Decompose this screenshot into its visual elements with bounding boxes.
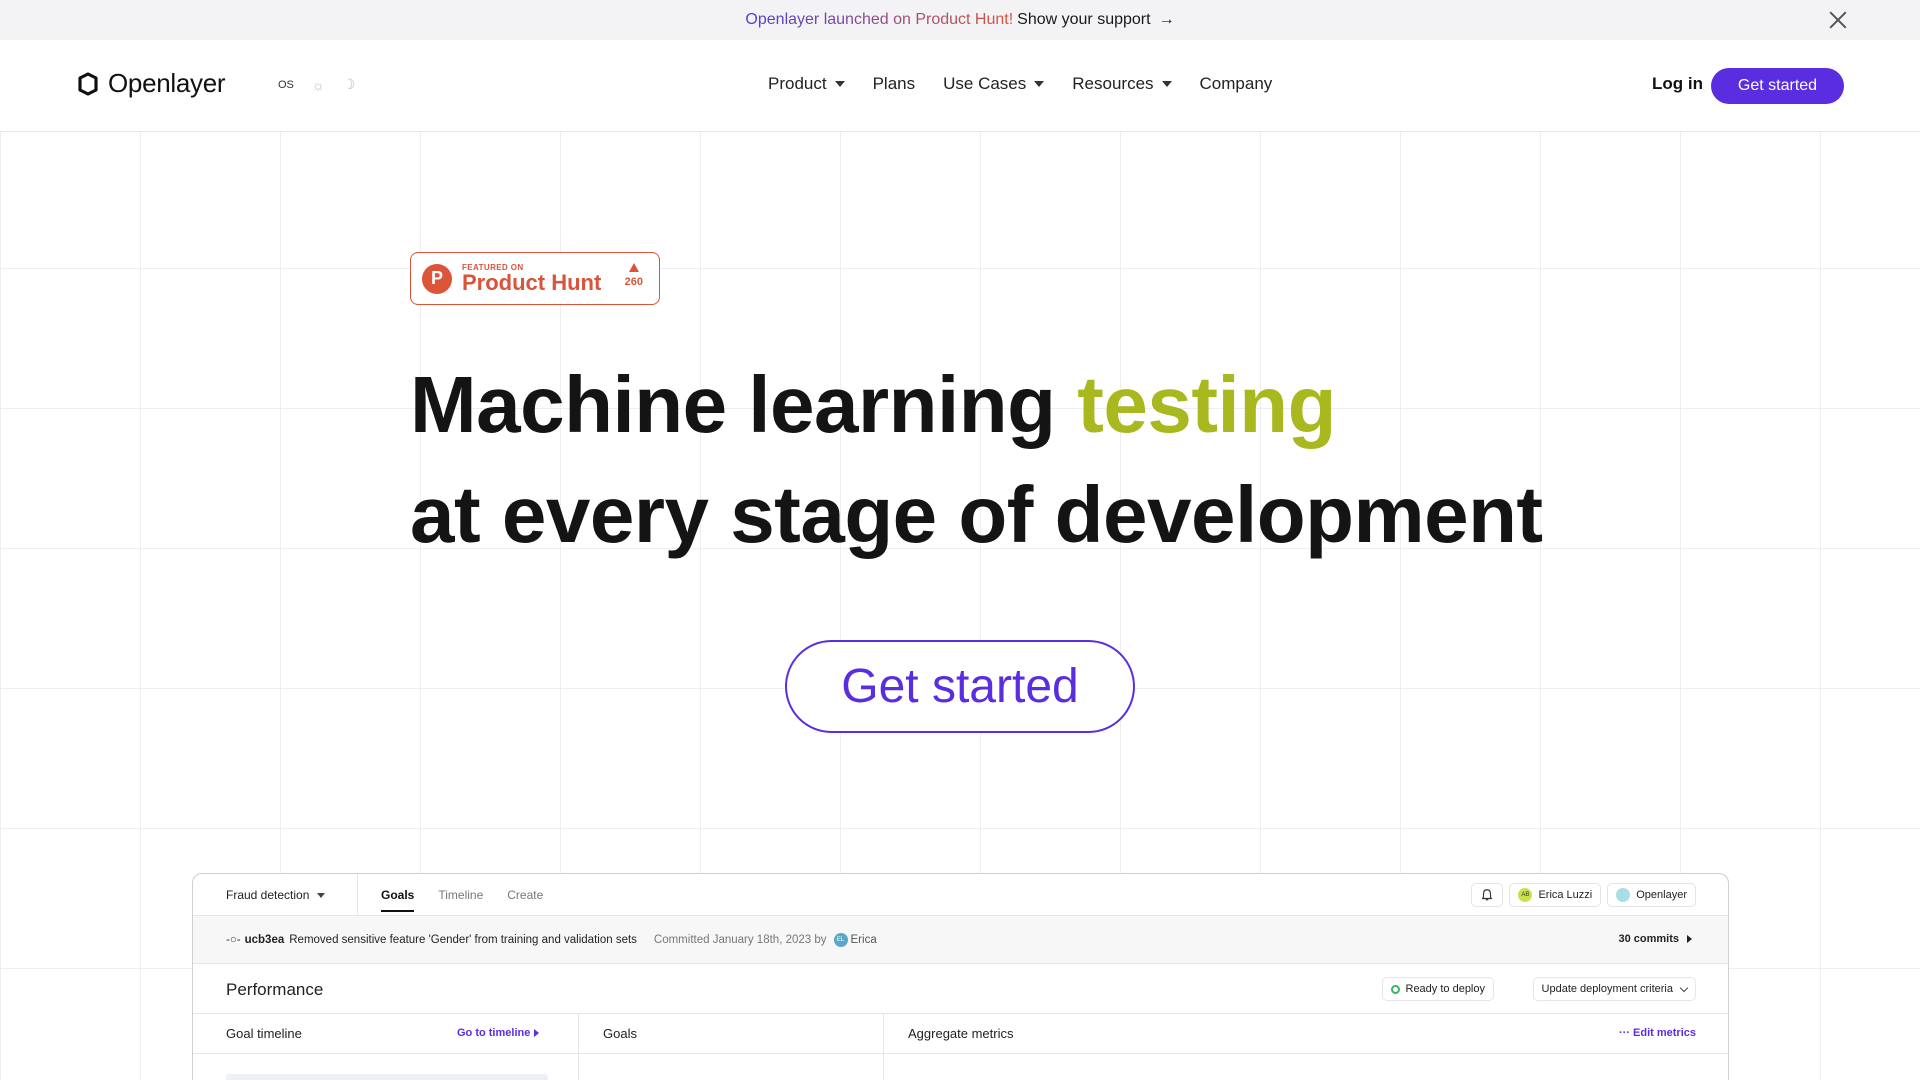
goal-timeline-heading: Goal timeline: [226, 1026, 302, 1041]
product-hunt-badge[interactable]: P FEATURED ON Product Hunt 260: [410, 252, 660, 305]
nav-label: Use Cases: [943, 74, 1027, 93]
caret-down-icon: [317, 892, 326, 898]
timeline-bar: [226, 1074, 548, 1080]
login-link[interactable]: Log in: [1652, 74, 1703, 94]
tab-goals[interactable]: Goals: [381, 888, 415, 912]
headline-line1-plain: Machine learning: [410, 360, 1078, 449]
announcement-bar[interactable]: Openlayer launched on Product Hunt! Show…: [0, 0, 1920, 40]
update-criteria-label: Update deployment criteria: [1541, 983, 1673, 995]
main-nav: Product Plans Use Cases Resources Compan…: [768, 74, 1272, 94]
avatar: AB: [1518, 888, 1533, 902]
openlayer-logo-icon: [76, 71, 100, 96]
nav-item-resources[interactable]: Resources: [1072, 74, 1172, 94]
product-hunt-name: Product Hunt: [462, 270, 602, 295]
columns-header: Goal timeline Go to timeline Goals Aggre…: [193, 1014, 1728, 1054]
app-tabs: Goals Timeline Create: [381, 888, 543, 912]
chevron-right-icon: [534, 1029, 540, 1037]
nav-item-plans[interactable]: Plans: [873, 74, 916, 94]
upvote-triangle-icon: [628, 263, 639, 272]
chevron-right-icon: [1687, 935, 1692, 943]
nav-item-product[interactable]: Product: [768, 74, 845, 94]
nav-label: Company: [1199, 74, 1273, 93]
divider: [883, 1014, 884, 1080]
project-selector[interactable]: Fraud detection: [226, 888, 326, 902]
brand-name: Openlayer: [108, 68, 226, 98]
status-badge: Ready to deploy: [1381, 977, 1494, 1001]
hero-get-started-button[interactable]: Get started: [785, 640, 1135, 733]
headline-line2: at every stage of development: [410, 470, 1543, 559]
nav-item-use-cases[interactable]: Use Cases: [943, 74, 1045, 94]
app-top-right: AB Erica Luzzi Openlayer: [1471, 883, 1696, 907]
performance-header: Performance Ready to deploy Update deplo…: [193, 964, 1728, 1014]
workspace-menu[interactable]: Openlayer: [1607, 883, 1696, 907]
notifications-button[interactable]: [1471, 883, 1504, 907]
commits-count: 30 commits: [1618, 933, 1679, 945]
product-hunt-texts: FEATURED ON Product Hunt: [462, 263, 601, 294]
arrow-right-icon: →: [1158, 11, 1175, 28]
brand-logo[interactable]: Openlayer: [76, 68, 226, 99]
go-to-timeline-link[interactable]: Go to timeline: [457, 1027, 540, 1039]
app-topbar: Fraud detection Goals Timeline Create AB…: [193, 874, 1728, 916]
tab-timeline[interactable]: Timeline: [438, 888, 483, 902]
upvote-count: 260: [624, 276, 643, 288]
divider: [357, 874, 358, 916]
nav-label: Plans: [872, 74, 916, 93]
workspace-name: Openlayer: [1636, 889, 1687, 901]
sun-icon[interactable]: ☼: [312, 77, 325, 93]
workspace-avatar: [1616, 888, 1631, 902]
commit-icon: -○-: [226, 933, 241, 946]
user-name: Erica Luzzi: [1538, 889, 1593, 901]
aggregate-metrics-heading: Aggregate metrics: [908, 1026, 1014, 1041]
caret-down-icon: [1161, 81, 1172, 87]
commit-meta: Committed January 18th, 2023 by: [653, 933, 827, 946]
header-get-started-button[interactable]: Get started: [1711, 68, 1844, 104]
site-header: Openlayer OS ☼ ☽ Product Plans Use Cases…: [0, 40, 1920, 132]
commit-message: Removed sensitive feature 'Gender' from …: [289, 933, 637, 946]
project-name: Fraud detection: [226, 888, 310, 902]
nav-label: Product: [768, 74, 827, 93]
announcement-support-link[interactable]: Show your support: [1017, 11, 1150, 29]
caret-down-icon: [834, 81, 845, 87]
author-avatar: EL: [833, 932, 848, 947]
goals-heading: Goals: [603, 1026, 637, 1041]
commit-author: Erica: [850, 933, 877, 946]
close-icon[interactable]: [1828, 10, 1848, 30]
app-preview: Fraud detection Goals Timeline Create AB…: [192, 873, 1729, 1080]
edit-metrics-link[interactable]: ··· Edit metrics: [1619, 1027, 1696, 1039]
theme-switcher[interactable]: OS ☼ ☽: [278, 76, 355, 93]
bell-icon: [1482, 889, 1493, 901]
announcement-highlight[interactable]: Openlayer launched on Product Hunt!: [745, 11, 1013, 29]
theme-os-option[interactable]: OS: [278, 79, 294, 91]
commit-bar: -○- ucb3ea Removed sensitive feature 'Ge…: [193, 916, 1728, 964]
moon-icon[interactable]: ☽: [343, 76, 356, 93]
tab-create[interactable]: Create: [507, 888, 543, 902]
product-hunt-logo-icon: P: [422, 263, 452, 294]
user-menu[interactable]: AB Erica Luzzi: [1509, 883, 1602, 907]
commits-count-button[interactable]: 30 commits: [1618, 933, 1692, 945]
headline-accent: testing: [1077, 360, 1336, 449]
hero-headline: Machine learning testing at every stage …: [410, 350, 1543, 570]
caret-down-icon: [1034, 81, 1045, 87]
product-hunt-votes: 260: [625, 263, 643, 288]
performance-title: Performance: [226, 980, 324, 999]
commit-hash[interactable]: ucb3ea: [245, 934, 285, 946]
nav-label: Resources: [1072, 74, 1154, 93]
divider: [578, 1014, 579, 1080]
chevron-down-icon: [1679, 983, 1689, 992]
go-to-timeline-label: Go to timeline: [457, 1027, 531, 1039]
status-text: Ready to deploy: [1405, 983, 1486, 995]
update-criteria-dropdown[interactable]: Update deployment criteria: [1532, 977, 1696, 1001]
nav-item-company[interactable]: Company: [1200, 74, 1273, 94]
status-dot-icon: [1390, 984, 1400, 994]
